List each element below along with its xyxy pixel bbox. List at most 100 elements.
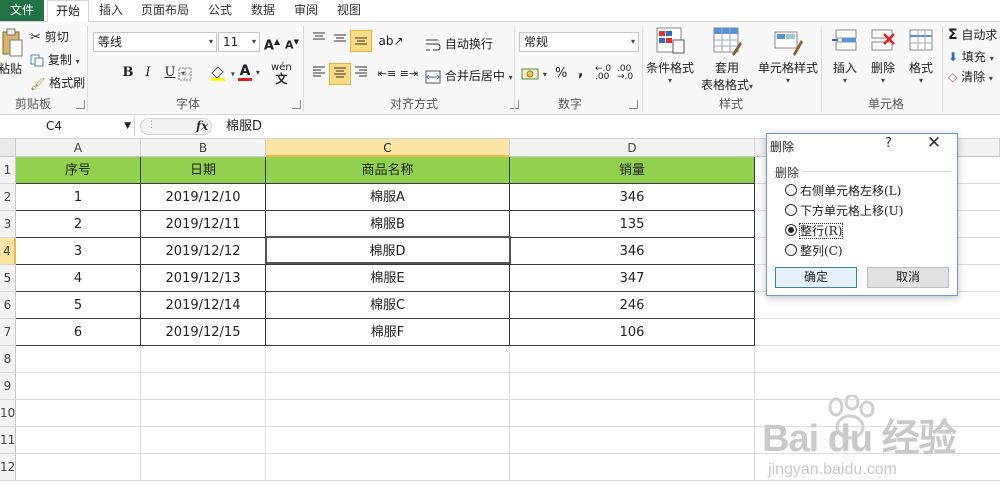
increase-indent-button[interactable]: ≡⇥ [398,63,420,85]
radio-checked-icon[interactable] [785,224,797,236]
font-color-button[interactable]: A ▾ [238,64,260,81]
delete-cells-button[interactable]: 删除 ▾ [864,26,902,85]
column-header-d[interactable]: D [510,139,755,157]
insert-function-button[interactable]: fx [196,117,214,136]
tab-review[interactable]: 审阅 [286,0,326,21]
font-size-combo[interactable]: 11 ▾ [218,32,260,52]
copy-button[interactable]: 复制 ▾ [30,51,80,68]
shrink-font-button[interactable]: A▼ [281,31,303,53]
phonetic-guide-button[interactable]: wén 文 [271,63,292,86]
row-header-12[interactable]: 12 [0,454,16,481]
header-cell[interactable]: 序号 [16,157,140,183]
header-cell[interactable]: 日期 [141,157,265,183]
table-cell[interactable]: 1 [16,184,140,210]
tab-file[interactable]: 文件 [0,0,44,21]
clipboard-launcher-icon[interactable] [76,100,85,109]
font-name-combo[interactable]: 等线 ▾ [93,32,217,52]
row-header-5[interactable]: 5 [0,265,16,292]
table-cell[interactable]: 2019/12/13 [141,265,265,291]
align-center-button[interactable] [329,63,351,85]
table-cell[interactable]: 2019/12/14 [141,292,265,318]
table-cell[interactable]: 5 [16,292,140,318]
header-cell[interactable]: 商品名称 [266,157,509,183]
fill-button[interactable]: ⬇ 填充 ▾ [948,48,994,65]
row-header-1[interactable]: 1 [0,157,16,184]
table-cell[interactable]: 2019/12/10 [141,184,265,210]
number-format-combo[interactable]: 常规 ▾ [519,32,639,52]
radio-icon[interactable] [785,184,797,196]
table-cell[interactable]: 棉服F [266,319,509,345]
decrease-decimal-button[interactable]: .00 →.0 [617,65,633,82]
column-header-c[interactable]: C [266,139,510,157]
table-cell[interactable]: 2 [16,211,140,237]
borders-icon[interactable] [177,66,193,82]
cell-styles-button[interactable]: 单元格样式 ▾ [755,26,821,85]
tab-insert[interactable]: 插入 [91,0,131,21]
row-header-9[interactable]: 9 [0,373,16,400]
table-cell[interactable]: 2019/12/12 [141,238,265,264]
tab-formulas[interactable]: 公式 [200,0,240,21]
table-cell[interactable]: 6 [16,319,140,345]
tab-page-layout[interactable]: 页面布局 [135,0,195,21]
table-cell[interactable]: 2019/12/15 [141,319,265,345]
row-header-6[interactable]: 6 [0,292,16,319]
table-cell[interactable]: 346 [510,184,754,210]
name-box[interactable]: C4 ▼ [0,117,135,136]
percent-button[interactable]: % [555,66,567,81]
row-header-11[interactable]: 11 [0,427,16,454]
decrease-indent-button[interactable]: ⇤≡ [376,63,398,85]
active-cell-c4[interactable] [265,236,511,264]
italic-button[interactable]: I [137,62,159,84]
clear-button[interactable]: ◇ 清除 ▾ [948,68,993,85]
table-cell[interactable]: 棉服A [266,184,509,210]
merge-center-button[interactable]: 合并后居中 ▾ [425,67,513,84]
table-cell[interactable]: 棉服B [266,211,509,237]
radio-icon[interactable] [785,244,797,256]
chevron-down-icon[interactable]: ▼ [124,117,131,136]
orientation-button[interactable]: ab↗ [376,30,406,52]
help-button[interactable]: ? [885,136,892,151]
table-cell[interactable]: 3 [16,238,140,264]
table-cell[interactable]: 346 [510,238,754,264]
fill-color-button[interactable]: ▾ [209,64,235,82]
format-cells-button[interactable]: 格式 ▾ [902,26,940,85]
tab-data[interactable]: 数据 [243,0,283,21]
accounting-format-button[interactable]: ▾ [521,66,547,81]
comma-button[interactable]: , [578,64,583,80]
option-shift-up[interactable]: 下方单元格上移(U) [785,202,903,219]
align-bottom-button[interactable] [350,30,372,52]
row-header-7[interactable]: 7 [0,319,16,346]
column-header-a[interactable]: A [16,139,141,157]
align-top-button[interactable] [308,30,330,52]
select-all-button[interactable] [0,139,16,157]
tab-view[interactable]: 视图 [329,0,369,21]
table-cell[interactable]: 2019/12/11 [141,211,265,237]
table-cell[interactable]: 347 [510,265,754,291]
format-as-table-button[interactable]: 套用 表格格式▾ [697,26,757,93]
close-icon[interactable]: ✕ [922,133,946,153]
wrap-text-button[interactable]: 自动换行 [425,35,493,52]
radio-icon[interactable] [785,204,797,216]
ok-button[interactable]: 确定 [775,267,857,288]
table-cell[interactable]: 4 [16,265,140,291]
row-header-8[interactable]: 8 [0,346,16,373]
bold-button[interactable]: B [117,62,139,84]
row-header-4[interactable]: 4 [0,238,16,265]
conditional-formatting-button[interactable]: 条件格式 ▾ [643,26,697,85]
insert-cells-button[interactable]: 插入 ▾ [826,26,864,85]
font-launcher-icon[interactable] [292,100,301,109]
table-cell[interactable]: 135 [510,211,754,237]
autosum-button[interactable]: Σ 自动求 [948,26,997,43]
header-cell[interactable]: 销量 [510,157,754,183]
grow-font-button[interactable]: A▲ [261,31,283,53]
table-cell[interactable]: 棉服E [266,265,509,291]
column-header-b[interactable]: B [141,139,266,157]
option-shift-left[interactable]: 右侧单元格左移(L) [785,182,901,199]
align-right-button[interactable] [350,63,372,85]
table-cell[interactable]: 246 [510,292,754,318]
row-header-2[interactable]: 2 [0,184,16,211]
align-left-button[interactable] [308,63,330,85]
increase-decimal-button[interactable]: ←.0.00 [595,65,611,82]
resize-handle-icon[interactable]: ⋮ [147,120,156,130]
tab-home[interactable]: 开始 [47,0,89,23]
